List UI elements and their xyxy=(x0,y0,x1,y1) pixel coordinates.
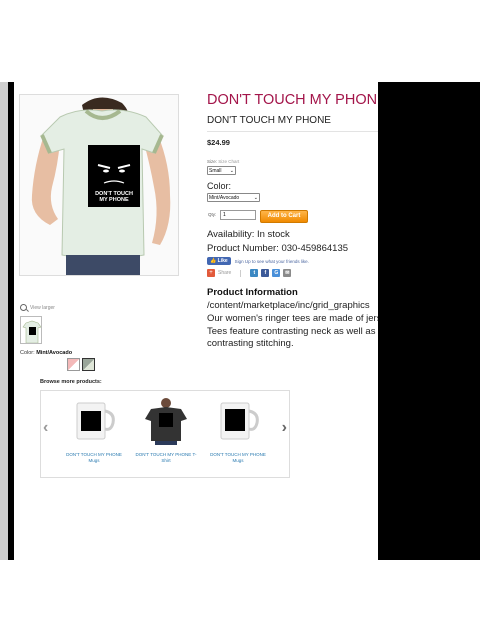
product-thumbnail[interactable] xyxy=(20,316,42,344)
facebook-icon[interactable]: f xyxy=(261,269,270,277)
man-tshirt-image xyxy=(145,398,187,445)
product-price: $24.99 xyxy=(207,138,230,147)
carousel-item-caption: DON'T TOUCH MY PHONE Mugs xyxy=(210,452,266,463)
product-subtitle: DON'T TOUCH MY PHONE xyxy=(207,115,331,126)
browse-more-label: Browse more products: xyxy=(40,379,102,385)
facebook-signup-text[interactable]: Sign Up to see what your friends like. xyxy=(235,259,309,264)
magnifier-icon xyxy=(20,304,27,311)
design-text-line2: MY PHONE xyxy=(99,197,129,203)
carousel-item-caption: DON'T TOUCH MY PHONE Mugs xyxy=(66,452,122,463)
email-icon[interactable]: ✉ xyxy=(283,269,292,277)
color-caption-label: Color: xyxy=(20,350,35,356)
product-main-image[interactable]: DON'T TOUCH MY PHONE xyxy=(19,94,179,276)
product-number: Product Number: 030-459864135 xyxy=(207,243,349,254)
product-info-path: /content/marketplace/inc/grid_graphics xyxy=(207,300,370,311)
carousel-prev-icon[interactable]: ‹ xyxy=(43,419,48,437)
google-icon[interactable]: G xyxy=(272,269,281,277)
mug-image xyxy=(76,402,115,440)
add-to-cart-button[interactable]: Add to Cart xyxy=(260,210,308,223)
share-row: + Share t f G ✉ xyxy=(207,269,292,277)
product-title: DON'T TOUCH MY PHONE T-Shirt xyxy=(207,92,378,108)
browse-carousel: ‹ DON'T TOUCH MY PHONE Mugs DON'T TOUCH … xyxy=(40,390,290,478)
chevron-down-icon: ⌄ xyxy=(229,168,234,174)
color-select-value: Mint/Avocado xyxy=(209,195,240,201)
size-label-row: Size: Size Chart xyxy=(207,159,239,164)
plus-icon[interactable]: + xyxy=(207,269,215,277)
product-info-text: Our women's ringer tees are made of jers… xyxy=(207,313,378,349)
carousel-item[interactable]: DON'T TOUCH MY PHONE Mugs xyxy=(207,397,269,463)
facebook-like-button[interactable]: 👍 Like xyxy=(207,257,231,265)
size-label: Size: xyxy=(207,159,218,164)
mug-image xyxy=(220,402,259,440)
facebook-like-row: 👍 Like Sign Up to see what your friends … xyxy=(207,257,309,265)
view-larger-link[interactable]: View larger xyxy=(20,304,55,311)
qty-input[interactable]: 1 xyxy=(220,210,256,220)
facebook-like-label: Like xyxy=(217,258,228,264)
carousel-item[interactable]: DON'T TOUCH MY PHONE Mugs xyxy=(63,397,125,463)
product-page: DON'T TOUCH MY PHONE View larger Color: … xyxy=(14,82,378,560)
chevron-down-icon: ⌄ xyxy=(253,195,258,201)
share-separator xyxy=(240,269,242,277)
thumbnail-image xyxy=(22,320,41,343)
color-swatch-pink[interactable] xyxy=(67,358,80,371)
carousel-next-icon[interactable]: › xyxy=(282,419,287,437)
twitter-icon[interactable]: t xyxy=(250,269,259,277)
size-chart-link[interactable]: Size Chart xyxy=(218,159,239,164)
qty-label: Qty: xyxy=(208,212,217,217)
size-select[interactable]: Small ⌄ xyxy=(207,166,236,175)
carousel-item-caption: DON'T TOUCH MY PHONE T-Shirt xyxy=(135,452,197,463)
size-select-value: Small xyxy=(209,168,222,174)
left-gray-margin xyxy=(0,82,8,560)
color-select[interactable]: Mint/Avocado ⌄ xyxy=(207,193,260,202)
product-info-heading: Product Information xyxy=(207,287,298,298)
selected-color-caption: Color: Mint/Avocado xyxy=(20,350,72,356)
title-divider xyxy=(207,131,378,132)
color-caption-value: Mint/Avocado xyxy=(36,350,73,356)
color-swatch-mint-avocado[interactable] xyxy=(82,358,95,371)
thumbs-up-icon: 👍 xyxy=(210,258,217,264)
tshirt-model-illustration: DON'T TOUCH MY PHONE xyxy=(20,95,178,275)
color-label: Color: xyxy=(207,181,232,191)
carousel-item[interactable]: DON'T TOUCH MY PHONE T-Shirt xyxy=(135,397,197,463)
availability-status: Availability: In stock xyxy=(207,229,290,240)
right-black-panel xyxy=(378,82,480,560)
page-frame: DON'T TOUCH MY PHONE View larger Color: … xyxy=(0,82,480,560)
share-label[interactable]: Share xyxy=(218,270,231,276)
view-larger-label: View larger xyxy=(30,304,55,311)
